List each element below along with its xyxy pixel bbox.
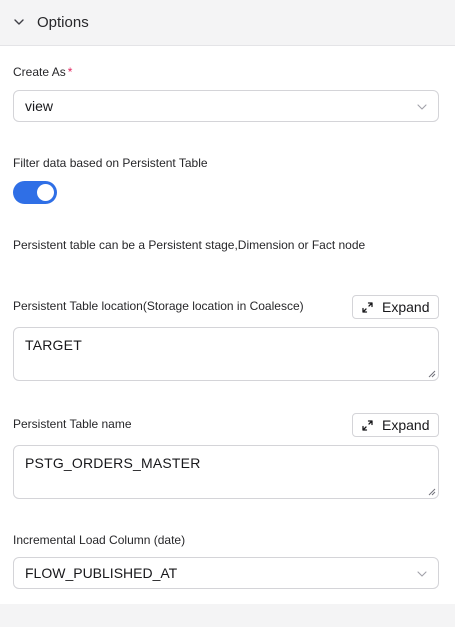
incremental-value: FLOW_PUBLISHED_AT [25,565,178,581]
expand-icon [362,301,373,313]
create-as-select[interactable]: view [13,90,439,122]
incremental-select[interactable]: FLOW_PUBLISHED_AT [13,557,439,589]
table-name-textarea[interactable]: PSTG_ORDERS_MASTER [13,445,439,499]
chevron-down-icon [417,571,427,577]
resize-handle-icon[interactable] [428,370,436,378]
create-as-label-text: Create As [13,65,66,79]
chevron-down-icon[interactable] [13,16,25,28]
location-expand-button[interactable]: Expand [352,295,439,319]
expand-icon [362,419,373,431]
filter-label: Filter data based on Persistent Table [13,156,208,170]
location-textarea[interactable]: TARGET [13,327,439,381]
create-as-label: Create As * [13,65,72,79]
table-name-label: Persistent Table name [13,417,132,431]
resize-handle-icon[interactable] [428,488,436,496]
incremental-label: Incremental Load Column (date) [13,533,186,547]
location-value: TARGET [25,337,82,353]
chevron-down-icon [417,104,427,110]
expand-label: Expand [382,299,430,315]
options-panel: Options Create As * view Filter data base… [0,0,455,604]
expand-label: Expand [382,417,430,433]
filter-toggle[interactable] [13,181,57,204]
info-text: Persistent table can be a Persistent sta… [13,238,366,252]
options-title: Options [37,14,89,31]
create-as-value: view [25,98,54,114]
table-name-value: PSTG_ORDERS_MASTER [25,455,201,471]
toggle-knob [37,184,54,201]
table-name-expand-button[interactable]: Expand [352,413,439,437]
required-mark: * [67,65,73,79]
options-header[interactable]: Options [0,0,455,46]
location-label: Persistent Table location(Storage locati… [13,299,304,313]
